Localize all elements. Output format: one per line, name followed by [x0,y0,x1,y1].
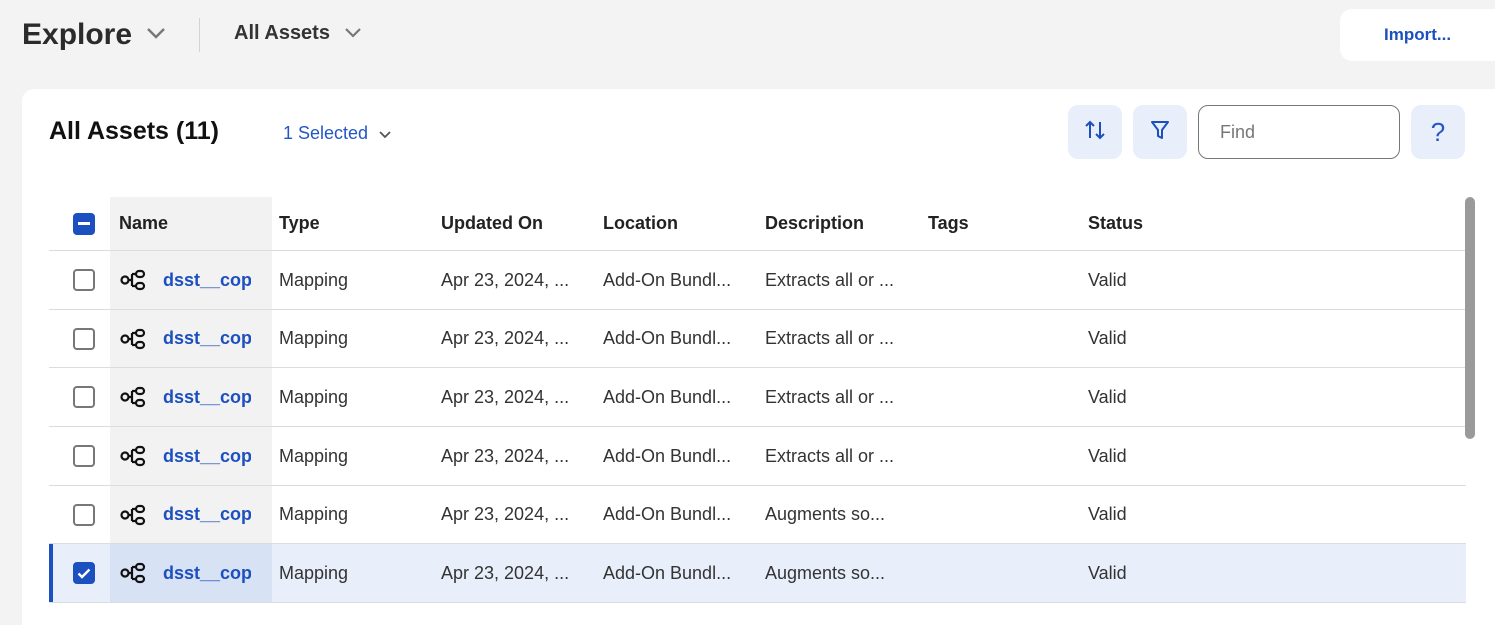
asset-tags [928,310,1078,367]
asset-location: Add-On Bundl... [603,269,732,290]
mapping-icon [119,427,149,485]
row-checkbox[interactable] [73,445,95,467]
row-checkbox-cell [73,544,97,602]
asset-status: Valid [1088,504,1127,524]
chevron-down-icon [146,26,166,44]
asset-location: Add-On Bundl... [603,504,732,524]
page-title: Explore [22,18,133,51]
help-button[interactable]: ? [1411,105,1465,159]
column-header-updated-on[interactable]: Updated On [441,197,576,250]
explore-menu[interactable]: Explore [22,18,166,52]
row-checkbox-cell [73,310,97,367]
asset-description: Augments so... [765,562,886,583]
find-input[interactable] [1198,105,1400,159]
header-divider [199,18,200,52]
table-row[interactable]: dsst__copy Mapping Apr 23, 2024, ... Add… [49,368,1466,427]
asset-description: Augments so... [765,504,886,524]
row-checkbox[interactable] [73,327,95,350]
select-all-checkbox[interactable] [73,212,95,235]
asset-location: Add-On Bundl... [603,386,732,407]
asset-name-link[interactable]: dsst__copy [163,544,251,602]
asset-type: Mapping [279,445,349,466]
asset-status: Valid [1088,328,1127,348]
row-checkbox[interactable] [73,503,95,526]
filter-icon [1149,119,1171,146]
asset-status: Valid [1088,386,1127,407]
asset-name-link[interactable]: dsst__copy [163,368,251,426]
asset-tags [928,427,1078,485]
asset-tags [928,368,1078,426]
row-checkbox[interactable] [73,269,95,291]
panel-title: All Assets (11) [49,117,219,145]
filter-button[interactable] [1133,105,1187,159]
column-header-description[interactable]: Description [765,197,905,250]
table-row[interactable]: dsst__copy Mapping Apr 23, 2024, ... Add… [49,310,1466,368]
asset-updated-on: Apr 23, 2024, ... [441,562,570,583]
asset-status: Valid [1088,269,1127,290]
sort-button[interactable] [1068,105,1122,159]
selection-label: 1 Selected [283,123,369,143]
sort-icon [1083,118,1107,147]
column-header-location[interactable]: Location [603,197,738,250]
table-scrollbar[interactable] [1465,197,1475,439]
asset-location: Add-On Bundl... [603,445,732,466]
table-row[interactable]: dsst__copy Mapping Apr 23, 2024, ... Add… [49,427,1466,486]
row-checkbox[interactable] [73,386,95,408]
column-header-tags[interactable]: Tags [928,197,1078,250]
selection-dropdown[interactable]: 1 Selected [283,123,392,144]
asset-updated-on: Apr 23, 2024, ... [441,386,570,407]
row-checkbox-cell [73,251,97,309]
asset-description: Extracts all or ... [765,328,895,348]
mapping-icon [119,310,149,367]
asset-updated-on: Apr 23, 2024, ... [441,504,570,524]
asset-status: Valid [1088,562,1127,583]
asset-status: Valid [1088,445,1127,466]
asset-description: Extracts all or ... [765,269,895,290]
column-header-name[interactable]: Name [119,197,168,250]
mapping-icon [119,544,149,602]
asset-name-link[interactable]: dsst__copy [163,427,251,485]
asset-type: Mapping [279,386,349,407]
asset-name-link[interactable]: dsst__copy [163,486,251,543]
asset-name-link[interactable]: dsst__copy [163,251,251,309]
asset-type: Mapping [279,269,349,290]
mapping-icon [119,368,149,426]
asset-description: Extracts all or ... [765,386,895,407]
asset-tags [928,251,1078,309]
asset-type: Mapping [279,562,349,583]
select-all-cell [73,197,97,250]
asset-tags [928,544,1078,602]
row-checkbox[interactable] [73,562,95,584]
asset-filter-dropdown[interactable]: All Assets [234,22,362,45]
asset-description: Extracts all or ... [765,445,895,466]
asset-updated-on: Apr 23, 2024, ... [441,328,570,348]
row-checkbox-cell [73,486,97,543]
table-row[interactable]: dsst__copy Mapping Apr 23, 2024, ... Add… [49,544,1466,603]
column-header-type[interactable]: Type [279,197,429,250]
assets-panel: All Assets (11) 1 Selected ? [22,89,1495,625]
mapping-icon [119,486,149,543]
top-bar: Explore All Assets Import... [0,0,1495,72]
chevron-down-icon [344,25,362,43]
asset-tags [928,486,1078,543]
asset-updated-on: Apr 23, 2024, ... [441,445,570,466]
chevron-down-icon [378,123,392,144]
asset-location: Add-On Bundl... [603,328,732,348]
asset-filter-label: All Assets [234,22,330,44]
table-row[interactable]: dsst__copy Mapping Apr 23, 2024, ... Add… [49,251,1466,310]
asset-location: Add-On Bundl... [603,562,732,583]
row-checkbox-cell [73,368,97,426]
asset-name-link[interactable]: dsst__copy [163,310,251,367]
asset-type: Mapping [279,504,349,524]
table-row[interactable]: dsst__copy Mapping Apr 23, 2024, ... Add… [49,486,1466,544]
import-button[interactable]: Import... [1340,9,1495,61]
asset-type: Mapping [279,328,349,348]
asset-updated-on: Apr 23, 2024, ... [441,269,570,290]
row-checkbox-cell [73,427,97,485]
table-header: Name Type Updated On Location Descriptio… [49,197,1466,251]
column-header-status[interactable]: Status [1088,197,1238,250]
selection-indicator [49,544,53,602]
mapping-icon [119,251,149,309]
